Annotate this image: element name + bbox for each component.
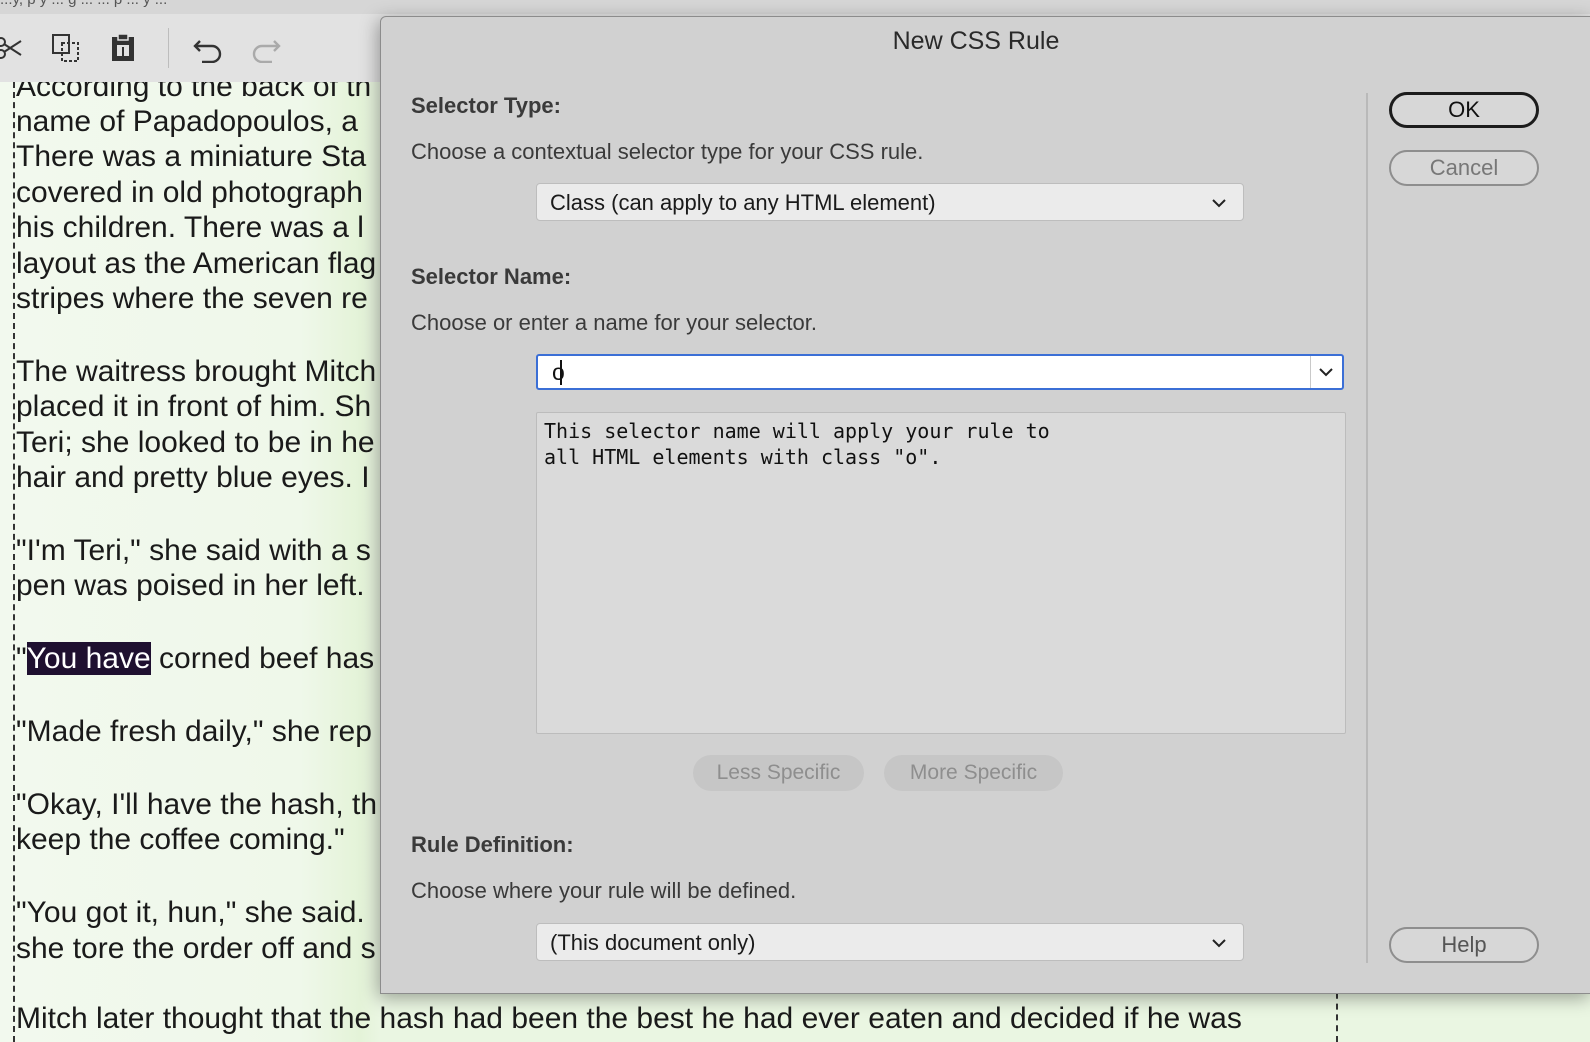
text-line[interactable]: "Made fresh daily," she rep xyxy=(16,715,372,749)
text-line[interactable]: Teri; she looked to be in he xyxy=(16,426,375,460)
text-line[interactable]: layout as the American flag xyxy=(16,247,376,281)
selector-name-description: Choose or enter a name for your selector… xyxy=(411,310,817,335)
undo-icon[interactable] xyxy=(192,32,224,64)
text-line[interactable]: According to the back of th xyxy=(16,82,371,104)
text-line[interactable]: "Okay, I'll have the hash, th xyxy=(16,788,377,822)
more-specific-button[interactable]: More Specific xyxy=(884,755,1063,791)
text-line[interactable]: The waitress brought Mitch xyxy=(16,355,376,389)
rule-definition-label: Rule Definition: xyxy=(411,832,574,857)
selector-info-line: all HTML elements with class "o". xyxy=(544,445,942,469)
button-column-divider xyxy=(1366,93,1368,963)
rule-definition-description: Choose where your rule will be defined. xyxy=(411,878,797,903)
less-specific-button[interactable]: Less Specific xyxy=(693,755,864,791)
selector-info-box: This selector name will apply your rule … xyxy=(536,412,1346,734)
selector-type-value: Class (can apply to any HTML element) xyxy=(550,190,936,215)
selector-name-input[interactable] xyxy=(538,356,1308,388)
text-line[interactable]: keep the coffee coming." xyxy=(16,823,345,857)
selected-text[interactable]: You have xyxy=(26,642,151,675)
text-line[interactable]: his children. There was a l xyxy=(16,211,364,245)
help-button[interactable]: Help xyxy=(1389,927,1539,963)
text-line[interactable]: "You got it, hun," she said. xyxy=(16,896,365,930)
text-line[interactable]: Mitch later thought that the hash had be… xyxy=(16,1002,1242,1036)
copy-icon[interactable] xyxy=(50,32,82,64)
dialog-body: Selector Type: Choose a contextual selec… xyxy=(381,65,1590,993)
text-fragment: corned beef has xyxy=(150,642,375,675)
text-line[interactable]: she tore the order off and s xyxy=(16,932,376,966)
selector-name-combobox[interactable] xyxy=(536,354,1344,390)
chevron-down-icon[interactable] xyxy=(1316,362,1336,382)
text-line[interactable]: placed it in front of him. Sh xyxy=(16,390,371,424)
new-css-rule-dialog: New CSS Rule Selector Type: Choose a con… xyxy=(380,16,1590,994)
selector-name-label: Selector Name: xyxy=(411,264,572,289)
selector-info-text: This selector name will apply your rule … xyxy=(544,418,1050,470)
text-cursor xyxy=(560,360,562,385)
dialog-title: New CSS Rule xyxy=(892,27,1060,55)
toolbar-divider xyxy=(168,28,169,68)
combobox-divider xyxy=(1310,356,1311,388)
text-line[interactable]: pen was poised in her left. xyxy=(16,569,365,603)
selector-type-description: Choose a contextual selector type for yo… xyxy=(411,139,924,164)
text-line[interactable]: "You have corned beef has xyxy=(16,642,374,676)
selector-info-line: This selector name will apply your rule … xyxy=(544,419,1050,443)
paste-icon[interactable] xyxy=(107,32,139,64)
chevron-down-icon xyxy=(1212,939,1226,948)
redo-icon[interactable] xyxy=(250,32,282,64)
selector-type-dropdown[interactable]: Class (can apply to any HTML element) xyxy=(536,183,1244,221)
selector-type-label: Selector Type: xyxy=(411,93,561,118)
menu-strip: ...y, p y ... g ... ... p ... y ... xyxy=(0,0,1590,14)
rule-definition-value: (This document only) xyxy=(550,930,756,955)
body-boundary xyxy=(13,82,15,1042)
ok-button[interactable]: OK xyxy=(1389,92,1539,128)
text-line[interactable]: name of Papadopoulos, a xyxy=(16,105,358,139)
menu-strip-text: ...y, p y ... g ... ... p ... y ... xyxy=(0,0,167,8)
quote-mark: " xyxy=(16,642,27,675)
text-line[interactable]: stripes where the seven re xyxy=(16,282,368,316)
rule-definition-dropdown[interactable]: (This document only) xyxy=(536,923,1244,961)
chevron-down-icon xyxy=(1212,199,1226,208)
cut-icon[interactable] xyxy=(0,32,26,64)
cancel-button[interactable]: Cancel xyxy=(1389,150,1539,186)
text-line[interactable]: hair and pretty blue eyes. I xyxy=(16,461,370,495)
text-line[interactable]: "I'm Teri," she said with a s xyxy=(16,534,371,568)
text-line[interactable]: There was a miniature Sta xyxy=(16,140,366,174)
text-line[interactable]: covered in old photograph xyxy=(16,176,363,210)
